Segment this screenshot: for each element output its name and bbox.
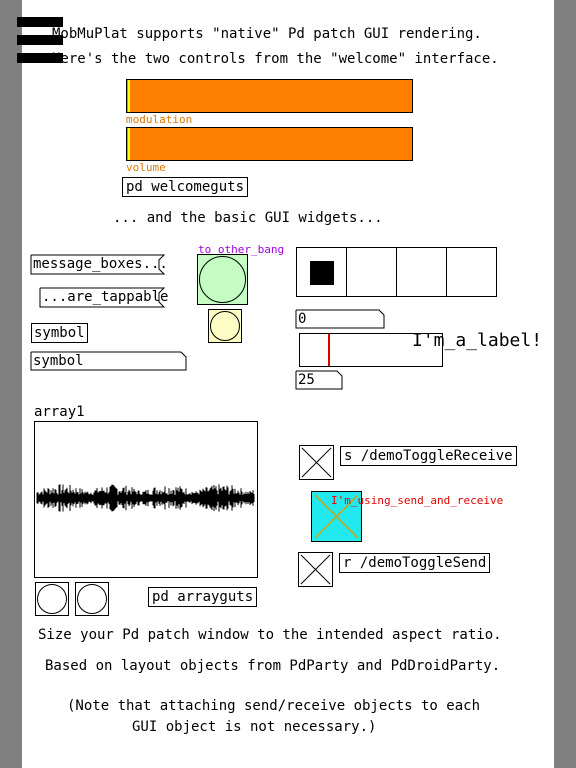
modulation-slider[interactable] — [126, 79, 413, 113]
radio-cell-3[interactable] — [397, 248, 447, 296]
message-box-label: ...are_tappable — [42, 289, 169, 305]
send-demo-toggle-receive-object[interactable]: s /demoToggleReceive — [340, 446, 517, 466]
footer-line-1: Size your Pd patch window to the intende… — [38, 627, 502, 643]
symbol-atom-box[interactable]: symbol — [30, 351, 187, 371]
pd-arrayguts-object[interactable]: pd arrayguts — [148, 587, 258, 607]
header-line-2: Here's the two controls from the "welcom… — [52, 51, 499, 67]
pd-welcomeguts-object[interactable]: pd welcomeguts — [122, 177, 249, 197]
array-waveform — [36, 484, 255, 512]
volume-slider[interactable] — [126, 127, 413, 161]
number-atom-top[interactable]: 0 — [295, 309, 385, 329]
radio-cell-1[interactable] — [297, 248, 347, 296]
toggle-send[interactable] — [298, 552, 333, 587]
number-atom-bottom[interactable]: 25 — [295, 370, 343, 390]
hamburger-menu-icon[interactable] — [17, 17, 63, 63]
receive-demo-toggle-send-object[interactable]: r /demoToggleSend — [339, 553, 491, 573]
patch-canvas: MobMuPlat supports "native" Pd patch GUI… — [22, 0, 554, 768]
toggle-x-icon — [300, 554, 331, 585]
big-label: I'm_a_label! — [412, 330, 543, 351]
header-line-1: MobMuPlat supports "native" Pd patch GUI… — [52, 26, 482, 42]
yellow-bang[interactable] — [208, 309, 242, 343]
footer-line-3: (Note that attaching send/receive object… — [67, 698, 481, 714]
footer-line-4: GUI object is not necessary.) — [132, 719, 377, 735]
bang-circle-icon — [37, 584, 67, 614]
slider-knob — [128, 128, 130, 160]
slider-indicator — [328, 334, 330, 366]
message-box-message-boxes[interactable]: message_boxes... — [30, 254, 168, 275]
slider-knob — [128, 80, 130, 112]
toggle-receive[interactable] — [299, 445, 334, 480]
bang-circle-icon — [199, 256, 246, 303]
bang-circle-icon — [210, 311, 240, 341]
array-bang-1[interactable] — [35, 582, 69, 616]
footer-line-2: Based on layout objects from PdParty and… — [45, 658, 501, 674]
symbol-atom-label: symbol — [33, 353, 84, 369]
message-box-are-tappable[interactable]: ...are_tappable — [39, 287, 169, 308]
array-name: array1 — [34, 404, 85, 420]
radio-cell-2[interactable] — [347, 248, 397, 296]
radio-cell-4[interactable] — [447, 248, 496, 296]
hradio[interactable] — [296, 247, 497, 297]
array-bang-2[interactable] — [75, 582, 109, 616]
number-atom-value: 25 — [298, 372, 315, 388]
green-bang[interactable] — [197, 254, 248, 305]
basic-gui-caption: ... and the basic GUI widgets... — [113, 210, 383, 226]
bang-circle-icon — [77, 584, 107, 614]
message-box-label: message_boxes... — [33, 256, 168, 272]
radio-selected-marker — [310, 261, 334, 285]
modulation-label: modulation — [126, 113, 193, 126]
volume-label: volume — [126, 161, 166, 174]
send-receive-label: I'm_using_send_and_receive — [331, 494, 504, 507]
symbol-object-box[interactable]: symbol — [31, 323, 88, 343]
number-atom-value: 0 — [298, 311, 307, 327]
array-graph[interactable] — [34, 421, 258, 578]
toggle-x-icon — [301, 447, 332, 478]
waveform-path — [36, 484, 255, 512]
